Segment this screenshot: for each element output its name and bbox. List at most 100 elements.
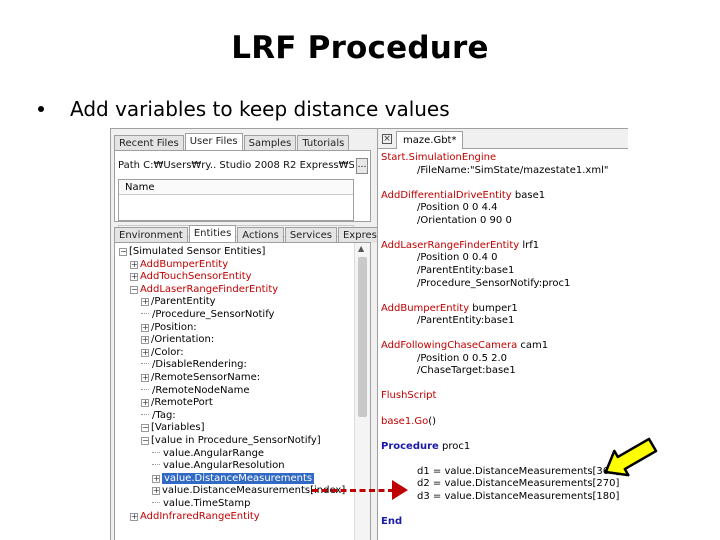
code-token: /ParentEntity:base1 [417,315,515,327]
tree-item-label: AddBumperEntity [140,258,229,270]
code-token: /Procedure_SensorNotify:proc1 [417,277,571,289]
code-token: AddDifferentialDriveEntity [381,189,512,201]
collapse-icon[interactable]: − [141,437,149,445]
tree-item-label: value.AngularResolution [163,460,285,472]
red-arrow-head [392,480,408,500]
tree-item[interactable]: +/Orientation: [141,333,214,346]
tree-item[interactable]: − [value in Procedure_SensorNotify] [141,434,321,447]
tab-entities[interactable]: Entities [188,225,237,243]
tab-recent-files[interactable]: Recent Files [114,135,184,151]
code-token: d1 = value.DistanceMeasurements[365] [417,465,620,477]
expand-icon[interactable]: + [130,512,138,521]
code-token: End [381,515,403,527]
code-line: /ParentEntity:base1 [417,264,514,277]
tree-item-label: /DisableRendering: [152,359,247,371]
tree-item[interactable]: − AddLaserRangeFinderEntity [130,283,278,296]
expand-icon[interactable]: + [152,474,160,483]
code-token: bumper1 [469,302,518,314]
collapse-icon[interactable]: − [119,248,127,256]
tab-environment[interactable]: Environment [114,227,188,243]
tree-item[interactable]: + AddInfraredRangeEntity [130,510,260,523]
tree-item[interactable]: + value.DistanceMeasurements [152,472,315,485]
tree-item[interactable]: /DisableRendering: [141,358,247,371]
code-line: /FileName:"SimState/mazestate1.xml" [417,164,608,177]
tree-item-label: /Tag: [152,409,176,421]
tree-item[interactable]: − [Simulated Sensor Entities] [119,245,265,258]
tree-item-label: /ParentEntity [151,296,216,308]
code-token: /FileName:"SimState/mazestate1.xml" [417,164,609,176]
code-line: AddLaserRangeFinderEntity lrf1 [381,239,539,252]
code-token: lrf1 [519,239,540,251]
expand-icon[interactable]: + [141,399,149,408]
path-value: C:₩Users₩ry.. Studio 2008 R2 Express₩Sc [143,160,354,171]
code-token: /ParentEntity:base1 [417,264,515,276]
name-column-header[interactable]: Name [119,180,353,195]
code-line: /ParentEntity:base1 [417,314,514,327]
tree-item[interactable]: /Procedure_SensorNotify [141,308,274,321]
tree-item[interactable]: +/ParentEntity [141,295,216,308]
tree-item[interactable]: value.AngularResolution [152,459,285,472]
expand-icon[interactable]: + [141,298,149,307]
expand-icon[interactable]: + [141,374,149,382]
bullet-dot [38,106,44,112]
collapse-icon[interactable]: − [141,424,149,433]
code-token: cam1 [517,340,549,352]
tree-connector [141,413,149,415]
tree-item[interactable]: +/RemoteSensorName: [141,371,260,384]
editor-tab[interactable]: maze.Gbt* [396,131,464,149]
tree-item[interactable]: +/Color: [141,346,184,359]
close-icon[interactable]: × [382,134,392,144]
collapse-icon[interactable]: − [130,285,138,294]
code-token: d2 = value.DistanceMeasurements[270] [417,478,620,490]
tree-item-label: /RemoteNodeName [152,384,250,396]
tree-item[interactable]: + AddBumperEntity [130,258,228,271]
bullet-point: Add variables to keep distance values [38,97,450,121]
tree-connector [141,363,149,365]
tree-item[interactable]: value.TimeStamp [152,497,250,510]
expand-icon[interactable]: + [130,260,138,269]
expand-icon[interactable]: + [141,348,149,357]
tree-item[interactable]: +/RemotePort [141,396,213,409]
code-line: /ChaseTarget:base1 [417,364,516,377]
expand-icon[interactable]: + [141,336,149,345]
code-token: /Orientation 0 90 0 [417,214,512,226]
tree-item[interactable]: /RemoteNodeName [141,384,250,397]
tab-services[interactable]: Services [284,227,337,243]
tree-item[interactable]: /Tag: [141,409,176,422]
code-token: FlushScript [381,390,437,402]
code-line: /Position 0 0.4 0 [417,251,497,264]
code-line: /Position 0 0 4.4 [417,201,497,214]
expand-icon[interactable]: + [141,323,149,332]
tab-expres[interactable]: Expres [337,227,382,243]
scroll-thumb[interactable] [358,257,367,417]
browse-button[interactable]: … [356,158,368,174]
editor-tab-bar: × maze.Gbt* [378,129,628,149]
tab-actions[interactable]: Actions [237,227,284,243]
tree-item[interactable]: + AddTouchSensorEntity [130,270,252,283]
scroll-up-icon[interactable]: ▲ [358,244,364,253]
tree-item-label: /Position: [151,321,197,333]
tree-connector [152,464,160,466]
tree-item[interactable]: +/Position: [141,321,197,334]
tree-item[interactable]: value.AngularRange [152,447,264,460]
bullet-text: Add variables to keep distance values [70,97,450,121]
tree-connector [141,388,149,390]
code-token: /Position 0 0 4.4 [417,202,498,214]
code-line: Start.SimulationEngine [381,151,496,164]
top-tabs: Recent Files User Files Samples Tutorials [114,133,350,151]
tab-samples[interactable]: Samples [243,135,297,151]
tree-item-label: value.AngularRange [163,447,265,459]
tree-item-label: value.TimeStamp [163,498,251,509]
tree-item-label: /Orientation: [151,334,215,346]
file-list[interactable]: Name [118,179,354,221]
red-dashed-arrow [312,489,394,492]
tab-tutorials[interactable]: Tutorials [297,135,350,151]
tree-item[interactable]: − [Variables] [141,421,205,434]
code-line: base1.Go() [381,415,436,428]
code-token: /Position 0 0.4 0 [417,252,498,264]
code-line: /Position 0 0.5 2.0 [417,352,507,365]
vertical-scrollbar[interactable]: ▲ [354,243,370,540]
expand-icon[interactable]: + [130,273,138,282]
tab-user-files[interactable]: User Files [184,133,243,151]
expand-icon[interactable]: + [152,487,160,496]
